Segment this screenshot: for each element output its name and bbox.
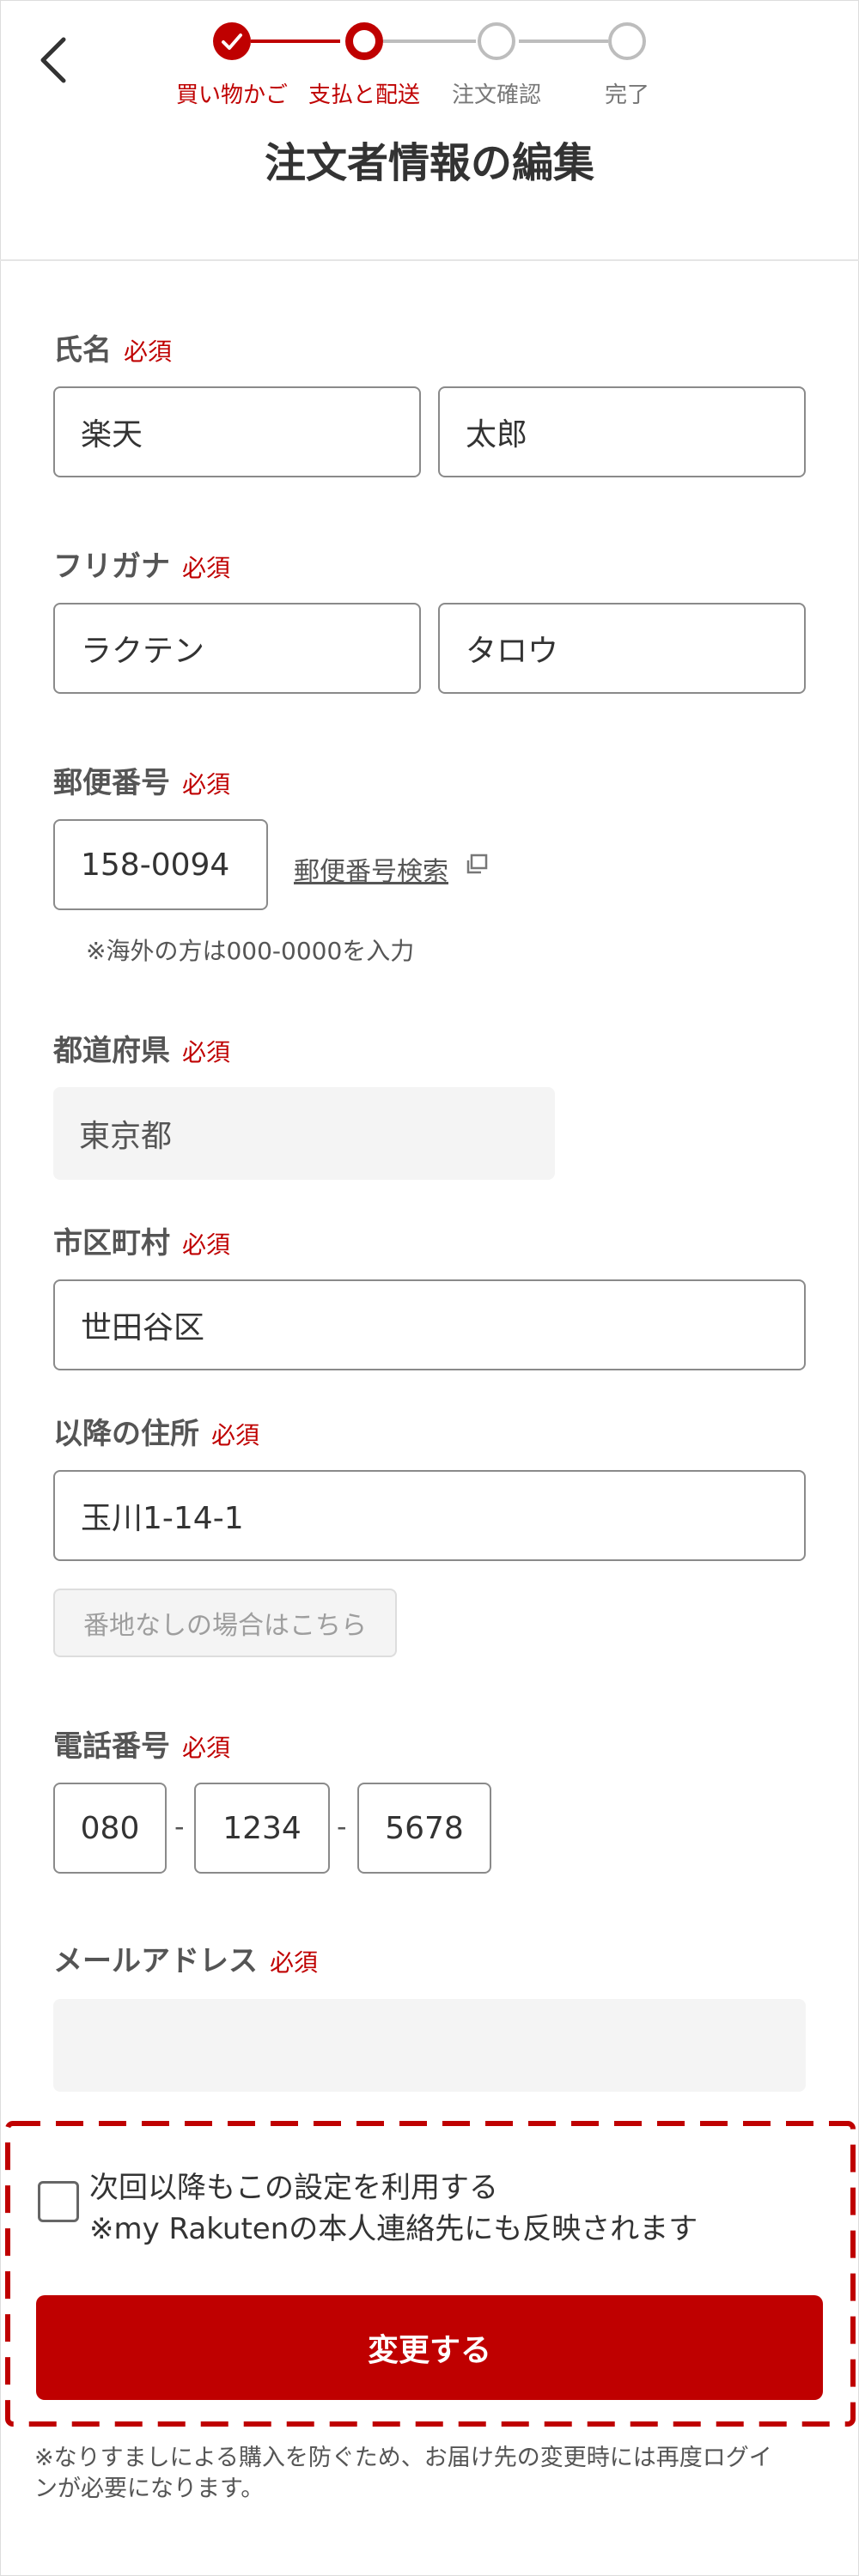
- required-badge: 必須: [182, 1734, 231, 1762]
- postal-search-link[interactable]: 郵便番号検索: [294, 850, 448, 888]
- checkout-stepper: 買い物かご 支払と配送 注文確認 完了: [0, 19, 859, 113]
- kana-label: フリガナ 必須: [53, 550, 231, 584]
- required-badge: 必須: [182, 1038, 231, 1066]
- step-connector-3: [519, 39, 608, 43]
- prefecture-field: 東京都: [53, 1087, 555, 1180]
- submit-button[interactable]: 変更する: [36, 2295, 823, 2400]
- last-name-input[interactable]: 楽天: [53, 386, 421, 477]
- required-badge: 必須: [182, 554, 231, 582]
- external-window-icon: [466, 854, 488, 874]
- step-complete-indicator: [608, 22, 646, 60]
- phone-part3-input[interactable]: 5678: [357, 1783, 491, 1874]
- postal-note: ※海外の方は000-0000を入力: [86, 937, 415, 965]
- postal-label: 郵便番号 必須: [53, 766, 231, 800]
- required-badge: 必須: [182, 770, 231, 799]
- step-confirm-indicator: [478, 22, 515, 60]
- phone-separator: -: [174, 1810, 185, 1843]
- phone-separator: -: [337, 1810, 347, 1843]
- phone-label: 電話番号 必須: [53, 1729, 231, 1764]
- required-badge: 必須: [270, 1948, 319, 1977]
- email-field: [53, 1999, 806, 2092]
- first-name-kana-input[interactable]: タロウ: [438, 603, 806, 694]
- phone-part1-input[interactable]: 080: [53, 1783, 167, 1874]
- check-icon: [222, 33, 242, 50]
- required-badge: 必須: [124, 337, 173, 366]
- step-cart-indicator: [213, 22, 251, 60]
- last-name-kana-input[interactable]: ラクテン: [53, 603, 421, 694]
- postal-code-input[interactable]: 158-0094: [53, 819, 268, 910]
- address-label: 以降の住所 必須: [53, 1417, 260, 1451]
- city-label: 市区町村 必須: [53, 1226, 231, 1261]
- prefecture-label: 都道府県 必須: [53, 1034, 231, 1068]
- header-divider: [0, 259, 859, 261]
- step-complete-label: 完了: [604, 82, 649, 108]
- step-payment-indicator: [345, 22, 383, 60]
- city-input[interactable]: 世田谷区: [53, 1279, 806, 1370]
- save-setting-note: ※my Rakutenの本人連絡先にも反映されます: [89, 2212, 698, 2246]
- footnote-line2: ンが必要になります。: [34, 2476, 265, 2502]
- step-connector-1: [251, 39, 340, 43]
- no-address-number-button[interactable]: 番地なしの場合はこちら: [53, 1589, 397, 1657]
- footnote-line1: ※なりすましによる購入を防ぐため、お届け先の変更時には再度ログイ: [34, 2445, 772, 2471]
- phone-part2-input[interactable]: 1234: [194, 1783, 330, 1874]
- first-name-input[interactable]: 太郎: [438, 386, 806, 477]
- save-setting-label: 次回以降もこの設定を利用する: [89, 2171, 498, 2205]
- required-badge: 必須: [211, 1421, 260, 1449]
- address-input[interactable]: 玉川1-14-1: [53, 1470, 806, 1561]
- email-label: メールアドレス 必須: [53, 1944, 319, 1978]
- step-connector-2: [383, 39, 476, 43]
- save-setting-checkbox[interactable]: [38, 2181, 79, 2222]
- required-badge: 必須: [182, 1230, 231, 1259]
- page-title: 注文者情報の編集: [264, 139, 594, 187]
- name-label: 氏名 必須: [53, 333, 173, 368]
